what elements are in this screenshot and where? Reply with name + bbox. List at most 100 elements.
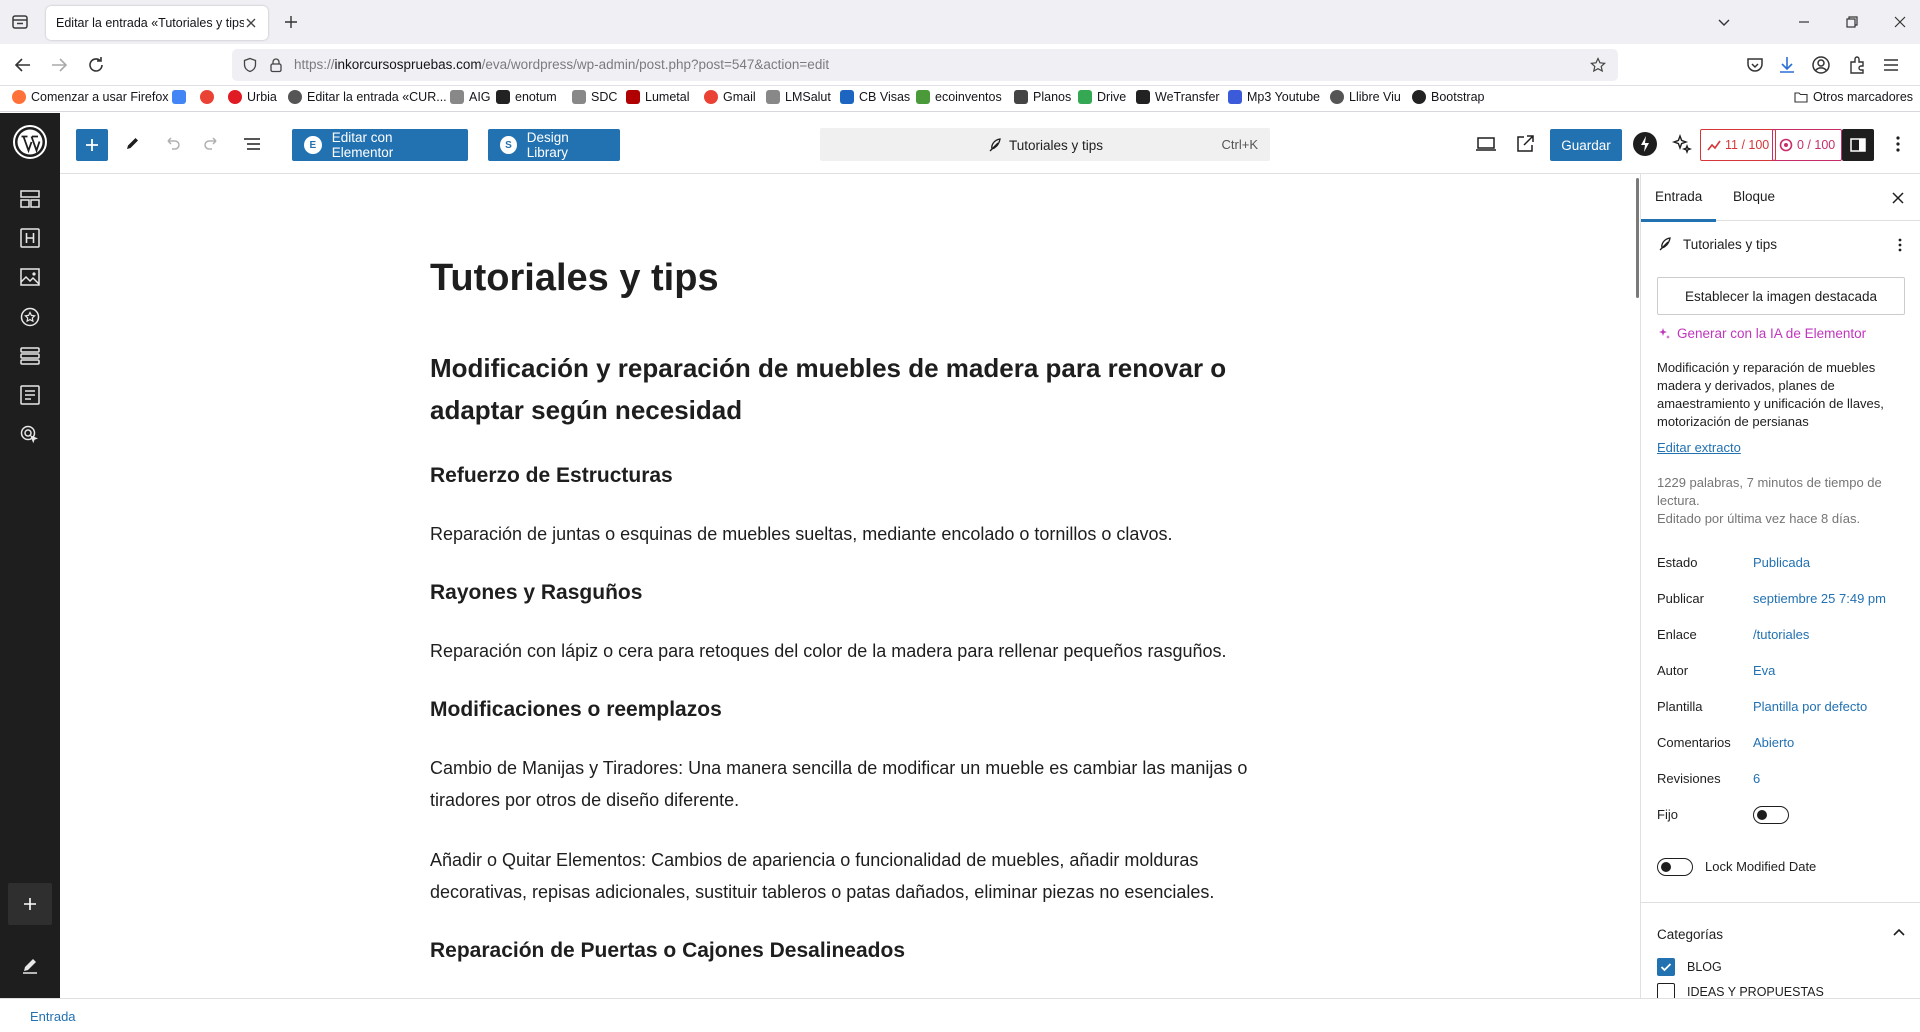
more-actions-icon[interactable] (1891, 236, 1909, 254)
elementor-ai-link[interactable]: Generar con la IA de Elementor (1657, 326, 1866, 341)
category-checkbox-blog[interactable] (1657, 958, 1675, 976)
template-value[interactable]: Plantilla por defecto (1753, 699, 1867, 714)
content-heading[interactable]: Modificación y reparación de muebles de … (430, 347, 1270, 431)
forward-icon[interactable] (48, 54, 70, 76)
bookmark-item[interactable]: Llibre Viu (1330, 90, 1401, 104)
preview-device-icon[interactable] (1474, 132, 1498, 156)
browser-tab[interactable]: Editar la entrada «Tutoriales y tips» (46, 6, 268, 40)
undo-icon[interactable] (160, 132, 184, 156)
image-icon[interactable] (18, 265, 42, 289)
content-paragraph[interactable]: Reparación con lápiz o cera para retoque… (430, 635, 1270, 667)
chevron-up-icon[interactable] (1891, 925, 1907, 941)
bookmark-item[interactable]: enotum (496, 90, 557, 104)
tab-close-icon[interactable] (244, 16, 258, 30)
command-center[interactable]: Tutoriales y tips Ctrl+K (820, 128, 1270, 161)
reload-icon[interactable] (85, 54, 107, 76)
block-inserter-button[interactable] (76, 129, 108, 161)
account-icon[interactable] (1810, 54, 1832, 76)
settings-toggle-button[interactable] (1842, 129, 1874, 161)
shield-icon[interactable] (242, 57, 258, 73)
author-value[interactable]: Eva (1753, 663, 1775, 678)
breadcrumb[interactable]: Entrada (30, 1009, 76, 1024)
document-overview-icon[interactable] (240, 132, 264, 156)
star-badge-icon[interactable] (18, 305, 42, 329)
downloads-icon[interactable] (1776, 54, 1798, 76)
bookmark-item[interactable]: SDC (572, 90, 617, 104)
publish-value[interactable]: septiembre 25 7:49 pm (1753, 591, 1886, 606)
lock-modified-date-toggle[interactable] (1657, 858, 1693, 876)
url-text[interactable]: https://inkorcursospruebas.com/eva/wordp… (294, 57, 829, 72)
readability-score-badge[interactable]: 0 / 100 (1772, 129, 1843, 161)
save-button[interactable]: Guardar (1550, 129, 1622, 161)
cursor-target-icon[interactable] (18, 423, 42, 447)
content-paragraph[interactable]: Reparación de juntas o esquinas de muebl… (430, 518, 1270, 550)
bookmark-item[interactable]: Drive (1078, 90, 1126, 104)
content-paragraph[interactable]: Añadir o Quitar Elementos: Cambios de ap… (430, 844, 1270, 908)
seo-score-badge[interactable]: 11 / 100 (1700, 129, 1777, 161)
back-icon[interactable] (12, 54, 34, 76)
jetpack-icon[interactable] (1632, 131, 1657, 156)
sticky-toggle[interactable] (1753, 806, 1789, 824)
ai-sparkle-icon[interactable] (1670, 132, 1694, 156)
sidebar-add-button[interactable] (8, 883, 52, 925)
post-title[interactable]: Tutoriales y tips (430, 254, 1270, 302)
view-post-icon[interactable] (1513, 132, 1537, 156)
set-featured-image-button[interactable]: Establecer la imagen destacada (1657, 277, 1905, 315)
bookmark-item[interactable]: LMSalut (766, 90, 831, 104)
tab-list-icon[interactable] (10, 12, 30, 32)
bookmark-item[interactable] (200, 90, 214, 104)
comments-value[interactable]: Abierto (1753, 735, 1794, 750)
edit-tool-icon[interactable] (121, 132, 145, 156)
status-value[interactable]: Publicada (1753, 555, 1810, 570)
pocket-icon[interactable] (1744, 54, 1766, 76)
url-bar[interactable]: https://inkorcursospruebas.com/eva/wordp… (232, 49, 1618, 81)
wordpress-logo-icon[interactable] (12, 124, 48, 160)
content-subheading[interactable]: Modificaciones o reemplazos (430, 695, 1270, 725)
revisions-value[interactable]: 6 (1753, 771, 1760, 786)
tab-post[interactable]: Entrada (1641, 189, 1717, 222)
lock-icon[interactable] (268, 57, 284, 73)
restore-icon[interactable] (1842, 12, 1862, 32)
close-icon[interactable] (1889, 189, 1907, 207)
pencil-icon[interactable] (18, 953, 42, 977)
bookmark-item[interactable]: Comenzar a usar Firefox (12, 90, 169, 104)
extensions-icon[interactable] (1846, 54, 1868, 76)
edit-with-elementor-button[interactable]: E Editar con Elementor (292, 129, 468, 161)
form-icon[interactable] (18, 383, 42, 407)
heading-icon[interactable] (18, 226, 42, 250)
bookmark-item[interactable]: Planos (1014, 90, 1071, 104)
content-subheading[interactable]: Reparación de Puertas o Cajones Desaline… (430, 936, 1270, 966)
menu-icon[interactable] (1880, 54, 1902, 76)
minimize-icon[interactable] (1794, 12, 1814, 32)
sections-icon[interactable] (18, 344, 42, 368)
editor-canvas[interactable]: Tutoriales y tips Modificación y reparac… (60, 174, 1640, 998)
bookmark-item[interactable]: AIG (450, 90, 491, 104)
edit-excerpt-link[interactable]: Editar extracto (1657, 440, 1741, 455)
categories-title[interactable]: Categorías (1657, 927, 1723, 942)
link-value[interactable]: /tutoriales (1753, 627, 1809, 642)
list-all-tabs-icon[interactable] (1714, 12, 1734, 32)
other-bookmarks[interactable]: Otros marcadores (1794, 90, 1913, 104)
redo-icon[interactable] (200, 132, 224, 156)
content-subheading[interactable]: Refuerzo de Estructuras (430, 461, 1270, 491)
bookmark-item[interactable]: Bootstrap (1412, 90, 1485, 104)
bookmark-item[interactable]: WeTransfer (1136, 90, 1220, 104)
content-paragraph[interactable]: Cambio de Manijas y Tiradores: Una maner… (430, 752, 1270, 816)
design-library-button[interactable]: S Design Library (488, 129, 620, 161)
bookmark-item[interactable]: CB Visas (840, 90, 910, 104)
tab-block[interactable]: Bloque (1733, 189, 1775, 204)
bookmark-item[interactable]: Lumetal (626, 90, 689, 104)
content-subheading[interactable]: Rayones y Rasguños (430, 578, 1270, 608)
new-tab-icon[interactable] (282, 13, 300, 31)
canvas-scrollbar[interactable] (1636, 178, 1639, 298)
bookmark-item[interactable]: Gmail (704, 90, 756, 104)
bookmark-star-icon[interactable] (1590, 57, 1606, 73)
more-options-icon[interactable] (1886, 132, 1910, 156)
bookmark-item[interactable]: Mp3 Youtube (1228, 90, 1320, 104)
category-checkbox-ideas[interactable] (1657, 983, 1675, 998)
bookmark-item[interactable]: Editar la entrada «CUR... (288, 90, 447, 104)
bookmark-item[interactable]: Urbia (228, 90, 277, 104)
close-window-icon[interactable] (1890, 12, 1910, 32)
templates-icon[interactable] (18, 187, 42, 211)
bookmark-item[interactable]: ecoinventos (916, 90, 1002, 104)
